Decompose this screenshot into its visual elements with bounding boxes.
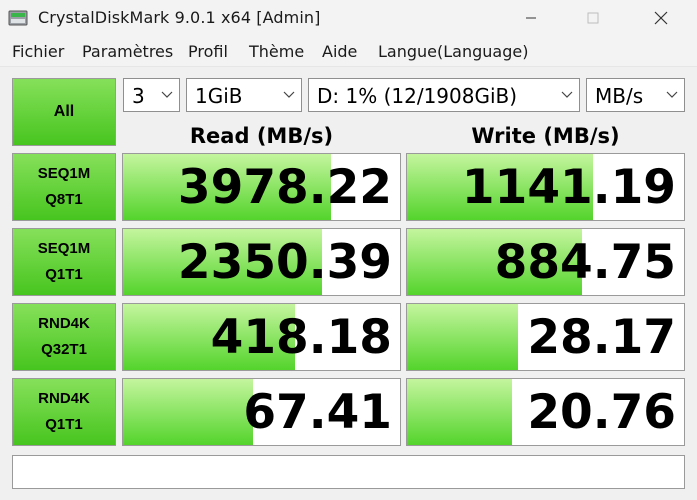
test-button-seq1m-q8t1[interactable]: SEQ1M Q8T1 <box>12 153 116 221</box>
test-label-line2: Q8T1 <box>45 191 83 208</box>
menu-profile[interactable]: Profil <box>188 42 228 61</box>
write-result-rnd4k-q32t1: 28.17 <box>406 303 685 371</box>
count-value: 3 <box>132 84 145 108</box>
test-label-line2: Q32T1 <box>41 341 87 358</box>
count-select[interactable]: 3 <box>123 78 180 112</box>
drive-select[interactable]: D: 1% (12/1908GiB) <box>308 78 580 112</box>
test-button-rnd4k-q1t1[interactable]: RND4K Q1T1 <box>12 378 116 446</box>
maximize-icon <box>587 12 599 24</box>
menu-language[interactable]: Langue(Language) <box>378 42 528 61</box>
read-result-rnd4k-q32t1: 418.18 <box>122 303 401 371</box>
all-button[interactable]: All <box>12 78 116 146</box>
write-value: 28.17 <box>527 310 676 365</box>
write-value: 1141.19 <box>461 160 676 215</box>
unit-value: MB/s <box>595 84 644 108</box>
read-result-seq1m-q8t1: 3978.22 <box>122 153 401 221</box>
write-value: 20.76 <box>527 385 676 440</box>
write-header: Write (MB/s) <box>471 124 620 148</box>
write-result-rnd4k-q1t1: 20.76 <box>406 378 685 446</box>
chevron-down-icon <box>283 91 295 98</box>
unit-select[interactable]: MB/s <box>586 78 685 112</box>
window-title: CrystalDiskMark 9.0.1 x64 [Admin] <box>38 8 321 27</box>
menu-bar: Fichier Paramètres Profil Thème Aide Lan… <box>0 38 697 67</box>
test-label-line1: RND4K <box>38 390 90 407</box>
read-value: 3978.22 <box>177 160 392 215</box>
menu-file[interactable]: Fichier <box>12 42 64 61</box>
menu-help[interactable]: Aide <box>322 42 357 61</box>
read-bar <box>123 379 254 445</box>
menu-theme[interactable]: Thème <box>249 42 304 61</box>
close-button[interactable] <box>638 0 684 36</box>
test-button-rnd4k-q32t1[interactable]: RND4K Q32T1 <box>12 303 116 371</box>
read-value: 2350.39 <box>177 235 392 290</box>
minimize-button[interactable] <box>508 0 554 36</box>
test-label-line1: RND4K <box>38 315 90 332</box>
chevron-down-icon <box>561 91 573 98</box>
size-value: 1GiB <box>195 84 243 108</box>
test-label-line2: Q1T1 <box>45 266 83 283</box>
app-icon <box>8 10 28 26</box>
read-header: Read (MB/s) <box>189 124 334 148</box>
size-select[interactable]: 1GiB <box>186 78 302 112</box>
chevron-down-icon <box>161 91 173 98</box>
menu-settings[interactable]: Paramètres <box>82 42 173 61</box>
read-value: 418.18 <box>210 310 392 365</box>
test-label-line1: SEQ1M <box>37 165 91 182</box>
write-result-seq1m-q1t1: 884.75 <box>406 228 685 296</box>
write-bar <box>407 379 513 445</box>
status-bar <box>12 455 685 489</box>
test-label-line1: SEQ1M <box>37 240 91 257</box>
title-bar: CrystalDiskMark 9.0.1 x64 [Admin] <box>0 0 697 38</box>
test-button-seq1m-q1t1[interactable]: SEQ1M Q1T1 <box>12 228 116 296</box>
read-result-seq1m-q1t1: 2350.39 <box>122 228 401 296</box>
maximize-button[interactable] <box>570 0 616 36</box>
drive-value: D: 1% (12/1908GiB) <box>317 84 518 108</box>
write-result-seq1m-q8t1: 1141.19 <box>406 153 685 221</box>
write-bar <box>407 304 518 370</box>
chevron-down-icon <box>666 91 678 98</box>
read-value: 67.41 <box>243 385 392 440</box>
write-value: 884.75 <box>494 235 676 290</box>
close-icon <box>654 11 668 25</box>
test-label-line2: Q1T1 <box>45 416 83 433</box>
read-result-rnd4k-q1t1: 67.41 <box>122 378 401 446</box>
minimize-icon <box>526 17 536 19</box>
